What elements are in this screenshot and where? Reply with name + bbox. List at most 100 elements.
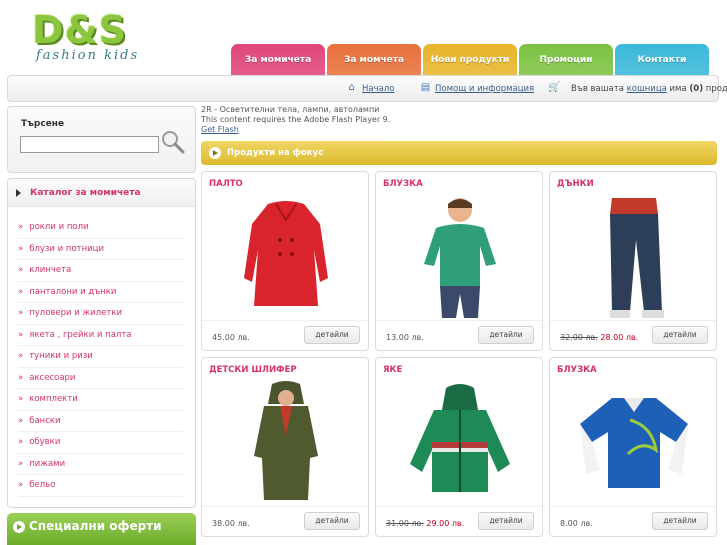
search-panel: Търсене xyxy=(7,106,196,173)
product-footer: 31.00 лв. 29.00 лв. детайли xyxy=(376,506,542,536)
utility-bar: ⌂ Начало ▤ Помощ и информация 🛒 Във ваша… xyxy=(7,75,727,102)
details-button[interactable]: детайли xyxy=(304,512,360,530)
price-current: 45.00 лв. xyxy=(212,333,250,342)
price-new: 28.00 лв. xyxy=(600,333,639,342)
category-item[interactable]: » панталони и дънки xyxy=(18,282,183,303)
details-button[interactable]: детайли xyxy=(478,326,534,344)
help-link[interactable]: Помощ и информация xyxy=(435,84,534,94)
category-label: туники и ризи xyxy=(29,351,93,361)
category-item[interactable]: » комплекти xyxy=(18,389,183,411)
product-image-coat[interactable] xyxy=(224,194,348,322)
arrow-right-icon xyxy=(13,521,25,533)
logo-mark: D&S xyxy=(32,8,128,52)
product-price: 13.00 лв. xyxy=(386,333,424,342)
tab-girls[interactable]: За момичета xyxy=(231,44,325,75)
category-label: аксесоари xyxy=(29,372,76,383)
category-list: » рокли и поли » блузи и потници » клинчета… xyxy=(8,207,195,497)
category-item[interactable]: » обувки xyxy=(18,432,183,454)
category-label: обувки xyxy=(29,437,61,447)
flash-banner-placeholder: 2R - Осветителни тела, лампи, автолампи … xyxy=(201,105,390,135)
product-footer: 45.00 лв. детайли xyxy=(202,320,368,350)
search-button[interactable] xyxy=(160,129,186,155)
category-item[interactable]: » якета , грейки и палта xyxy=(18,325,183,346)
arrow-right-icon xyxy=(209,147,221,159)
product-image-polo[interactable] xyxy=(572,380,696,508)
category-item[interactable]: » бански xyxy=(18,411,183,432)
cart-mid: има xyxy=(669,84,687,94)
category-item[interactable]: » пуловери и жилетки xyxy=(18,303,183,325)
product-card[interactable]: ДЪНКИ 32.00 лв. 28.00 лв. детайли xyxy=(549,171,717,351)
product-footer: 8.00 лв. детайли xyxy=(550,506,716,536)
product-footer: 32.00 лв. 28.00 лв. детайли xyxy=(550,320,716,350)
magnifier-icon xyxy=(162,131,185,154)
cart-link[interactable]: кошница xyxy=(627,84,667,94)
cart-icon: 🛒 xyxy=(548,82,561,93)
category-label: панталони и дънки xyxy=(29,286,117,297)
home-link[interactable]: Начало xyxy=(362,84,394,94)
tab-boys[interactable]: За момчета xyxy=(327,44,421,75)
price-current: 38.00 лв. xyxy=(212,519,250,528)
category-item[interactable]: » бельо xyxy=(18,475,183,497)
product-name: ПАЛТО xyxy=(209,179,243,189)
category-label: клинчета xyxy=(29,265,72,275)
details-button[interactable]: детайли xyxy=(652,512,708,530)
category-label: бански xyxy=(29,415,61,426)
product-image-boy-shirt[interactable] xyxy=(398,194,522,322)
special-offers-header[interactable]: Специални оферти xyxy=(7,513,196,545)
product-price: 31.00 лв. 29.00 лв. xyxy=(386,519,464,528)
logo-tagline: fashion kids xyxy=(36,48,140,63)
tab-contacts[interactable]: Контакти xyxy=(615,44,709,75)
price-old: 32.00 лв. xyxy=(560,333,598,342)
bullet-icon: » xyxy=(18,308,24,318)
special-offers-title: Специални оферти xyxy=(29,519,162,533)
product-price: 32.00 лв. 28.00 лв. xyxy=(560,333,638,342)
search-input[interactable] xyxy=(20,136,159,153)
category-item[interactable]: » рокли и поли xyxy=(18,217,183,239)
product-name: БЛУЗКА xyxy=(557,365,597,375)
product-name: ДЪНКИ xyxy=(557,179,594,189)
category-item[interactable]: » аксесоари xyxy=(18,368,183,389)
product-card[interactable]: ПАЛТО 45.00 лв. детайли xyxy=(201,171,369,351)
featured-title: Продукти на фокус xyxy=(227,148,324,158)
bullet-icon: » xyxy=(18,222,24,232)
flash-notice: This content requires the Adobe Flash Pl… xyxy=(201,115,391,124)
tab-promotions[interactable]: Промоции xyxy=(519,44,613,75)
product-footer: 13.00 лв. детайли xyxy=(376,320,542,350)
product-price: 38.00 лв. xyxy=(212,519,250,528)
product-name: БЛУЗКА xyxy=(383,179,423,189)
search-label: Търсене xyxy=(21,119,65,129)
product-footer: 38.00 лв. детайли xyxy=(202,506,368,536)
get-flash-link[interactable]: Get Flash xyxy=(201,125,239,134)
bullet-icon: » xyxy=(18,372,24,383)
category-label: комплекти xyxy=(29,394,78,404)
product-image-jacket[interactable] xyxy=(398,380,522,508)
details-button[interactable]: детайли xyxy=(652,326,708,344)
cart-status: Във вашата кошница има (0) продукта xyxy=(571,84,727,94)
help-document-icon: ▤ xyxy=(420,82,431,93)
featured-products-header: Продукти на фокус xyxy=(201,141,717,165)
price-new: 29.00 лв. xyxy=(426,519,465,528)
product-card[interactable]: БЛУЗКА 13.00 лв. детайли xyxy=(375,171,543,351)
product-card[interactable]: ЯКЕ 31.00 лв. 29.00 лв. детайли xyxy=(375,357,543,537)
tab-new-products[interactable]: Нови продукти xyxy=(423,44,517,75)
category-item[interactable]: » туники и ризи xyxy=(18,346,183,368)
bullet-icon: » xyxy=(18,394,24,404)
details-button[interactable]: детайли xyxy=(478,512,534,530)
category-item[interactable]: » пижами xyxy=(18,454,183,475)
cart-suffix: продукта xyxy=(705,84,727,94)
category-item[interactable]: » блузи и потници xyxy=(18,239,183,260)
product-image-trench[interactable] xyxy=(224,380,348,508)
catalog-header: Каталог за момичета xyxy=(8,179,195,207)
brand-logo[interactable]: D&S fashion kids xyxy=(28,10,163,68)
bullet-icon: » xyxy=(18,415,24,426)
product-name: ДЕТСКИ ШЛИФЕР xyxy=(209,365,297,375)
category-label: бельо xyxy=(29,480,56,490)
product-card[interactable]: ДЕТСКИ ШЛИФЕР 38.00 лв. детайли xyxy=(201,357,369,537)
product-image-jeans[interactable] xyxy=(572,194,696,322)
home-icon: ⌂ xyxy=(348,82,355,93)
product-card[interactable]: БЛУЗКА 8.00 лв. детайли xyxy=(549,357,717,537)
details-button[interactable]: детайли xyxy=(304,326,360,344)
product-price: 8.00 лв. xyxy=(560,519,593,528)
category-item[interactable]: » клинчета xyxy=(18,260,183,282)
bullet-icon: » xyxy=(18,458,24,469)
